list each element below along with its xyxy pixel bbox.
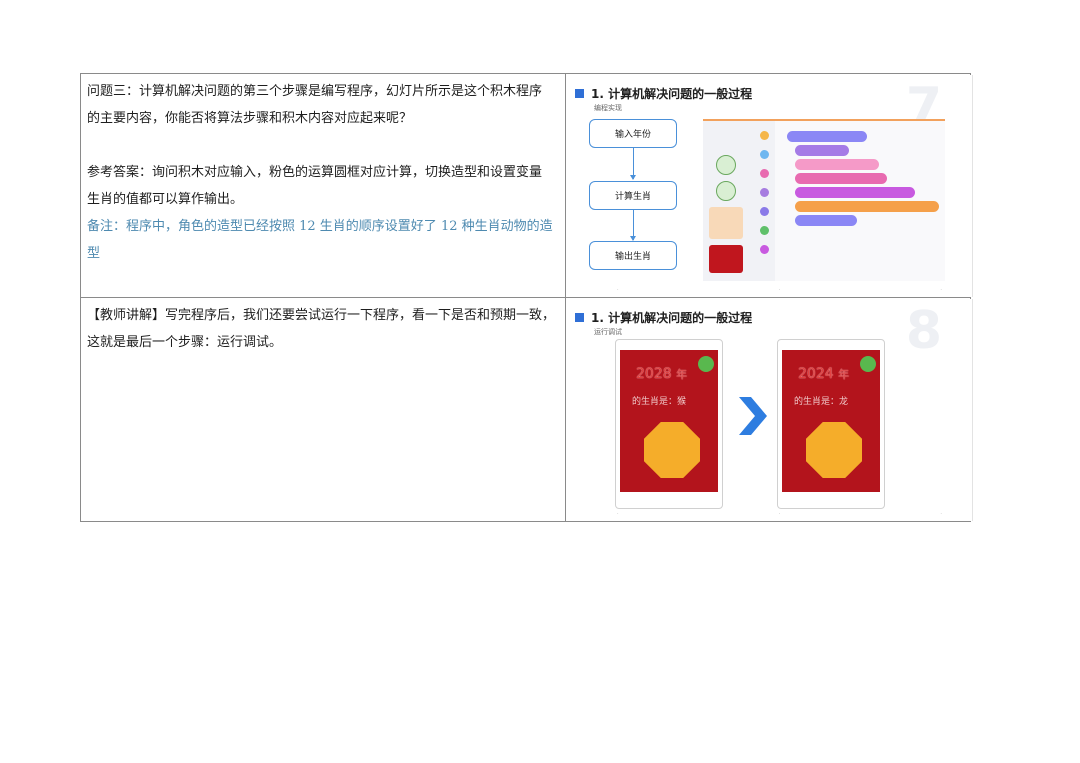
- flow-arrow: [630, 209, 636, 241]
- slide-subtitle: 编程实现: [594, 104, 622, 112]
- row2-text-cell: 【教师讲解】写完程序后，我们还要尝试运行一下程序，看一下是否和预期一致， 这就是…: [80, 297, 566, 522]
- flow-step-input: 输入年份: [589, 119, 677, 148]
- reset-icon: [716, 155, 736, 175]
- phone-preview-after: 2024 年 的生肖是：龙: [777, 339, 885, 509]
- flow-step-output: 输出生肖: [589, 241, 677, 270]
- slide-title: 1. 计算机解决问题的一般过程: [575, 85, 752, 102]
- row1-slide-cell: 7 1. 计算机解决问题的一般过程 编程实现 输入年份 计算生肖 输出生肖 · …: [565, 73, 973, 298]
- row1-text-cell: 问题三：计算机解决问题的第三个步骤是编写程序，幻灯片所示是这个积木程序 的主要内…: [80, 73, 566, 298]
- block-editor-screenshot: [703, 119, 945, 281]
- year-suffix: 年: [676, 368, 688, 381]
- slide-title: 1. 计算机解决问题的一般过程: [575, 309, 752, 326]
- table-row: 【教师讲解】写完程序后，我们还要尝试运行一下程序，看一下是否和预期一致， 这就是…: [80, 297, 973, 522]
- title-marker-icon: [575, 89, 584, 98]
- year-suffix: 年: [838, 368, 850, 381]
- code-block: [795, 159, 879, 170]
- category-looks-icon: [759, 188, 769, 197]
- code-block: [795, 215, 857, 226]
- slide-subtitle: 运行调试: [594, 328, 622, 336]
- zodiac-text: 的生肖是：猴: [632, 397, 687, 407]
- back-icon: [860, 356, 876, 372]
- monkey-sprite-icon: [644, 422, 700, 478]
- year-value: 2028: [636, 366, 672, 382]
- category-operators-icon: [759, 245, 769, 254]
- slide-title-text: 1. 计算机解决问题的一般过程: [591, 311, 753, 325]
- code-block: [795, 187, 915, 198]
- play-icon: [698, 356, 714, 372]
- flow-step-calc: 计算生肖: [589, 181, 677, 210]
- slide-footer: · · ·: [617, 511, 942, 517]
- code-block: [795, 201, 939, 212]
- flow-arrow: [630, 147, 636, 180]
- category-event-icon: [759, 131, 769, 140]
- slide-debugging: 8 1. 计算机解决问题的一般过程 运行调试 2028 年 的生肖是：猴 202…: [567, 299, 973, 521]
- row1-line-1: 问题三：计算机解决问题的第三个步骤是编写程序，幻灯片所示是这个积木程序: [87, 84, 543, 99]
- row1-line-3: 参考答案：询问积木对应输入，粉色的运算圆框对应计算，切换造型和设置变量: [87, 165, 543, 180]
- row2-slide-cell: 8 1. 计算机解决问题的一般过程 运行调试 2028 年 的生肖是：猴 202…: [565, 297, 973, 522]
- row2-line-1: 【教师讲解】写完程序后，我们还要尝试运行一下程序，看一下是否和预期一致，: [87, 308, 556, 323]
- category-motion-icon: [759, 169, 769, 178]
- lesson-table: 问题三：计算机解决问题的第三个步骤是编写程序，幻灯片所示是这个积木程序 的主要内…: [80, 73, 973, 522]
- code-block: [795, 145, 849, 156]
- table-row: 问题三：计算机解决问题的第三个步骤是编写程序，幻灯片所示是这个积木程序 的主要内…: [80, 73, 973, 298]
- next-arrow-icon: [739, 397, 767, 435]
- dragon-sprite-icon: [806, 422, 862, 478]
- category-pen-icon: [759, 226, 769, 235]
- title-marker-icon: [575, 313, 584, 322]
- row2-line-2: 这就是最后一个步骤：运行调试。: [87, 335, 283, 350]
- background-thumbnail: [709, 245, 743, 273]
- year-value: 2024: [798, 366, 834, 382]
- slide-title-text: 1. 计算机解决问题的一般过程: [591, 87, 753, 101]
- phone-preview-before: 2028 年 的生肖是：猴: [615, 339, 723, 509]
- slide-number: 8: [905, 301, 942, 361]
- category-sound-icon: [759, 207, 769, 216]
- code-block: [795, 173, 887, 184]
- slide-programming: 7 1. 计算机解决问题的一般过程 编程实现 输入年份 计算生肖 输出生肖 · …: [567, 75, 973, 297]
- monkey-sprite-thumbnail: [709, 207, 743, 239]
- row1-line-4: 生肖的值都可以算作输出。: [87, 192, 244, 207]
- row1-note: 备注：程序中，角色的造型已经按照 12 生肖的顺序设置好了 12 种生肖动物的造…: [87, 219, 553, 261]
- zodiac-text: 的生肖是：龙: [794, 397, 849, 407]
- row1-line-2: 的主要内容，你能否将算法步骤和积木内容对应起来呢？: [87, 111, 413, 126]
- block-palette: [703, 121, 775, 281]
- code-block: [787, 131, 867, 142]
- slide-footer: · · ·: [617, 287, 942, 293]
- category-control-icon: [759, 150, 769, 159]
- play-icon: [716, 181, 736, 201]
